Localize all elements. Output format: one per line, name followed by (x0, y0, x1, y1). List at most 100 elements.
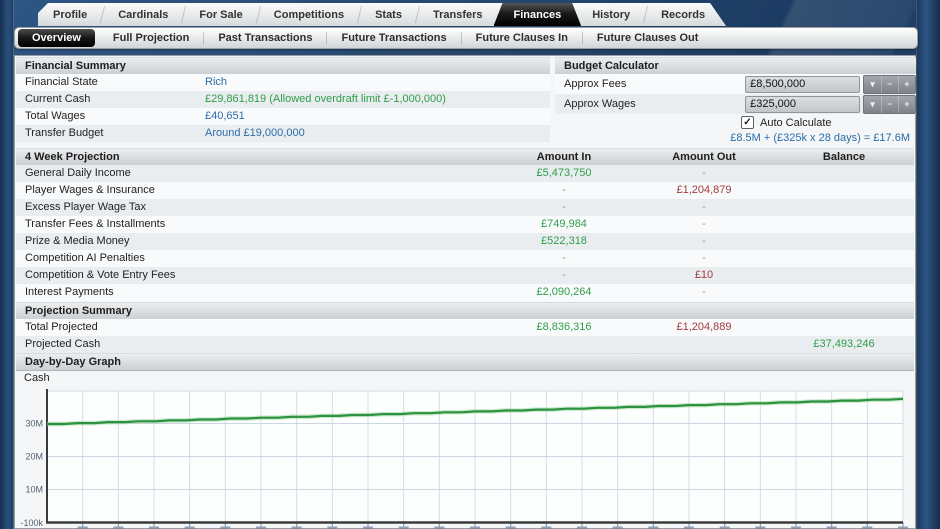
plus-icon[interactable]: + (897, 95, 915, 113)
cell-out: - (702, 252, 706, 264)
cell-out: - (702, 286, 706, 298)
auto-calculate-row: ✓ Auto Calculate (741, 115, 916, 130)
table-row[interactable]: Interest Payments £2,090,264 - (16, 284, 914, 301)
approx-wages-spinner: ▾ − + (863, 94, 916, 114)
subtab-future-transactions[interactable]: Future Transactions (327, 28, 460, 48)
row-label: Current Cash (25, 93, 91, 105)
row-value: £40,651 (205, 110, 245, 122)
cell-label: Prize & Media Money (25, 235, 130, 247)
cell-in: - (562, 201, 566, 213)
subtab-future-clauses-out[interactable]: Future Clauses Out (583, 28, 712, 48)
cell-balance: £37,493,246 (813, 338, 875, 350)
approx-fees-spinner: ▾ − + (863, 74, 916, 94)
tab-competitions[interactable]: Competitions (259, 3, 359, 26)
cell-balance (774, 267, 914, 284)
y-tick-label: 20M (25, 452, 43, 462)
table-row[interactable]: Total Projected £8,836,316 £1,204,889 (16, 319, 914, 336)
row-value: £29,861,819 (Allowed overdraft limit £-1… (205, 93, 446, 105)
main-tab-bar: Profile Cardinals For Sale Competitions Stat… (38, 3, 726, 26)
minus-icon[interactable]: − (880, 75, 898, 93)
row-value: Rich (205, 76, 228, 88)
projection-summary-title: Projection Summary (25, 305, 132, 317)
financial-summary-row: Total Wages £40,651 (16, 108, 550, 125)
cell-out: £1,204,889 (676, 321, 732, 333)
cell-in: £5,473,750 (536, 167, 592, 179)
financial-summary-row: Current Cash £29,861,819 (Allowed overdr… (16, 91, 550, 108)
cell-balance (774, 216, 914, 233)
tab-records[interactable]: Records (646, 3, 720, 26)
cell-label: Interest Payments (25, 286, 114, 298)
column-balance[interactable]: Balance (774, 149, 914, 165)
window-right-border (916, 0, 940, 529)
minus-icon[interactable]: − (880, 95, 898, 113)
budget-formula: £8.5M + (£325k x 28 days) = £17.6M (730, 132, 910, 144)
dropdown-icon[interactable]: ▾ (864, 96, 880, 113)
table-row[interactable]: Transfer Fees & Installments £749,984 - (16, 216, 914, 233)
table-row[interactable]: Prize & Media Money £522,318 - (16, 233, 914, 250)
y-tick-label: 30M (25, 419, 43, 429)
approx-wages-row: Approx Wages £325,000 ▾ − + (555, 94, 916, 114)
cell-balance (774, 250, 914, 267)
cell-label: General Daily Income (25, 167, 131, 179)
cell-in (494, 336, 634, 353)
plus-icon[interactable]: + (897, 75, 915, 93)
approx-wages-input[interactable]: £325,000 (745, 95, 861, 113)
approx-fees-input[interactable]: £8,500,000 (745, 75, 861, 93)
projection-title: 4 Week Projection (25, 151, 120, 163)
table-row[interactable]: General Daily Income £5,473,750 - (16, 165, 914, 182)
projection-summary-header: Projection Summary (16, 302, 914, 320)
cell-label: Projected Cash (25, 338, 101, 350)
row-label: Transfer Budget (25, 127, 104, 139)
table-row[interactable]: Projected Cash £37,493,246 (16, 336, 914, 353)
tab-history[interactable]: History (577, 3, 645, 26)
sub-tab-bar: Overview Full Projection Past Transactions… (14, 27, 918, 49)
content-sheet: Financial Summary Financial State Rich Cu… (14, 55, 916, 529)
budget-calculator-title: Budget Calculator (564, 60, 659, 72)
subtab-overview[interactable]: Overview (18, 29, 95, 47)
cell-balance (774, 284, 914, 301)
cell-out: - (702, 218, 706, 230)
cell-in: £8,836,316 (536, 321, 592, 333)
tab-finances[interactable]: Finances (494, 3, 582, 26)
dropdown-icon[interactable]: ▾ (864, 76, 880, 93)
tab-profile[interactable]: Profile (38, 3, 102, 26)
table-row[interactable]: Excess Player Wage Tax - - (16, 199, 914, 216)
financial-summary-title: Financial Summary (25, 60, 126, 72)
tab-stats[interactable]: Stats (360, 3, 417, 26)
subtab-full-projection[interactable]: Full Projection (99, 28, 203, 48)
table-row[interactable]: Competition AI Penalties - - (16, 250, 914, 267)
window-left-border (0, 0, 14, 529)
auto-calculate-checkbox[interactable]: ✓ (741, 116, 754, 129)
financial-summary-row: Transfer Budget Around £19,000,000 (16, 125, 550, 142)
tab-for-sale[interactable]: For Sale (184, 3, 257, 26)
budget-calculator-header: Budget Calculator (555, 57, 916, 75)
cell-out: - (702, 201, 706, 213)
y-tick-label: 10M (25, 485, 43, 495)
auto-calculate-label: Auto Calculate (760, 116, 832, 129)
graph-header: Day-by-Day Graph (16, 353, 914, 371)
cell-label: Transfer Fees & Installments (25, 218, 166, 230)
subtab-past-transactions[interactable]: Past Transactions (204, 28, 326, 48)
cell-in: £749,984 (541, 218, 587, 230)
cell-in: - (562, 184, 566, 196)
y-tick-label: -100k (20, 518, 43, 528)
approx-wages-label: Approx Wages (564, 98, 636, 110)
cell-out: - (702, 235, 706, 247)
financial-summary-header: Financial Summary (16, 57, 550, 75)
cell-label: Player Wages & Insurance (25, 184, 155, 196)
finances-window: Profile Cardinals For Sale Competitions Stat… (0, 0, 940, 529)
row-label: Total Wages (25, 110, 86, 122)
table-row[interactable]: Player Wages & Insurance - £1,204,879 (16, 182, 914, 199)
cell-in: - (562, 269, 566, 281)
column-amount-in[interactable]: Amount In (494, 149, 634, 165)
subtab-future-clauses-in[interactable]: Future Clauses In (462, 28, 582, 48)
table-row[interactable]: Competition & Vote Entry Fees - £10 (16, 267, 914, 284)
cell-in: - (562, 252, 566, 264)
cell-balance (774, 182, 914, 199)
cell-out: - (702, 167, 706, 179)
column-amount-out[interactable]: Amount Out (634, 149, 774, 165)
cell-in: £522,318 (541, 235, 587, 247)
tab-transfers[interactable]: Transfers (418, 3, 498, 26)
tab-cardinals[interactable]: Cardinals (103, 3, 183, 26)
cell-out: £10 (694, 269, 714, 281)
